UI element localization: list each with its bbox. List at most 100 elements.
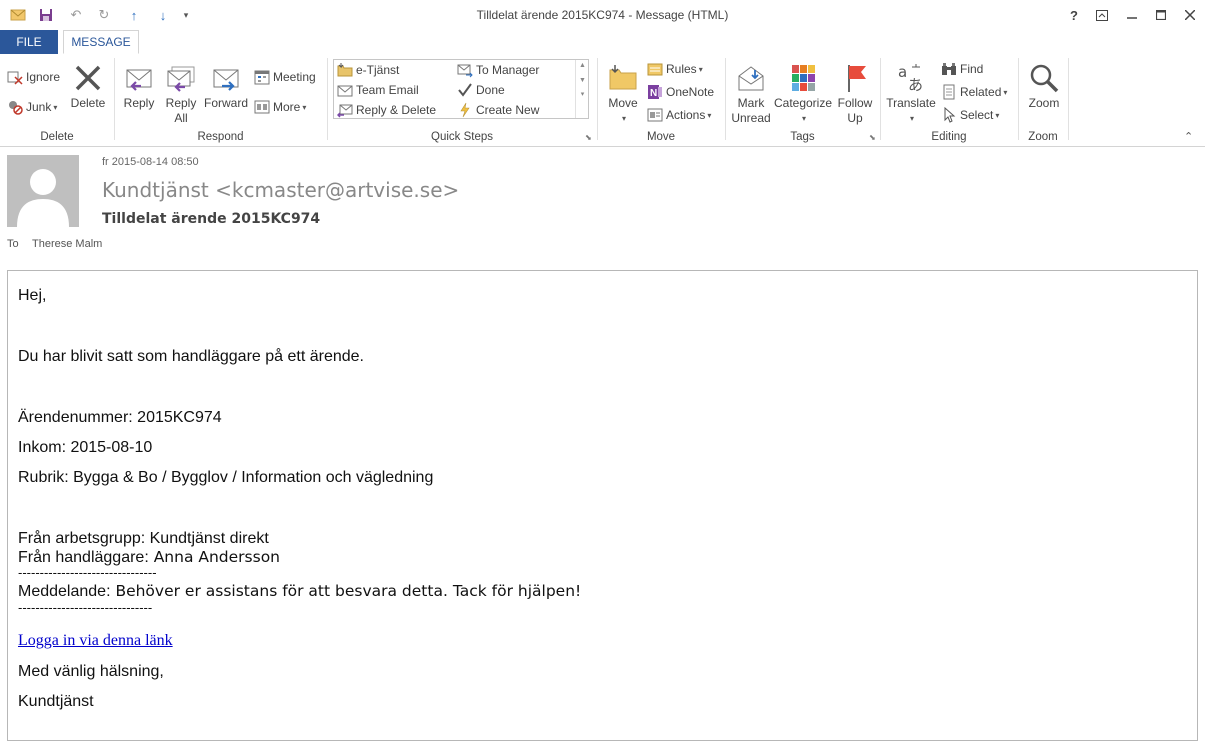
onenote-button[interactable]: N OneNote [647, 83, 714, 101]
group-divider [1068, 58, 1069, 140]
avatar [7, 155, 79, 227]
maximize-icon[interactable] [1148, 4, 1174, 26]
forward-icon [213, 69, 239, 91]
checkmark-icon [458, 83, 472, 97]
message-date: fr 2015-08-14 08:50 [102, 156, 199, 168]
quick-steps-scroll[interactable]: ▲ ▼ ▾ [575, 60, 589, 118]
ignore-button[interactable]: Ignore [7, 68, 60, 86]
quickstep-label: e-Tjänst [356, 63, 400, 77]
move-dropdown-icon: ▾ [621, 114, 626, 123]
body-greeting: Hej, [18, 287, 47, 304]
reply-label: Reply [123, 96, 155, 110]
group-divider [597, 58, 598, 140]
actions-button[interactable]: Actions ▾ [647, 106, 711, 124]
translate-button[interactable]: aあ Translate ▾ [884, 62, 938, 126]
next-item-icon[interactable]: ↓ [155, 7, 171, 23]
meeting-icon [254, 70, 270, 85]
flag-icon [848, 65, 866, 92]
body-signature: Kundtjänst [18, 693, 94, 710]
previous-item-icon[interactable]: ↑ [126, 7, 142, 23]
to-label: To [7, 238, 19, 250]
scroll-down-icon[interactable]: ▼ [576, 77, 589, 84]
more-dropdown-icon: ▾ [302, 102, 307, 112]
reply-delete-icon [337, 104, 353, 118]
group-label-respond: Respond [197, 131, 244, 143]
translate-label: Translate [886, 96, 936, 110]
recipient[interactable]: Therese Malm [32, 238, 102, 250]
ribbon-display-options-icon[interactable] [1089, 4, 1115, 26]
customize-qat-icon[interactable]: ▾ [178, 7, 194, 23]
actions-icon [647, 108, 663, 122]
quickstep-label: Done [476, 83, 505, 97]
sender[interactable]: Kundtjänst <kcmaster@artvise.se> [102, 178, 459, 202]
group-divider [880, 58, 881, 140]
close-icon[interactable] [1177, 4, 1203, 26]
zoom-button[interactable]: Zoom [1022, 62, 1066, 111]
meeting-button[interactable]: Meeting [254, 68, 316, 86]
quickstep-team-email[interactable]: Team Email [337, 81, 419, 99]
onenote-icon: N [648, 85, 662, 99]
group-label-zoom: Zoom [1028, 131, 1058, 143]
quickstep-to-manager[interactable]: To Manager [457, 61, 539, 79]
minimize-icon[interactable] [1119, 4, 1145, 26]
quickstep-reply-delete[interactable]: Reply & Delete [337, 101, 436, 119]
select-button[interactable]: Select ▾ [941, 106, 999, 124]
find-button[interactable]: Find [941, 60, 983, 78]
save-icon[interactable] [38, 7, 54, 23]
person-icon [7, 155, 79, 227]
delete-button[interactable]: Delete [68, 62, 108, 111]
quickstep-label: Team Email [356, 83, 419, 97]
tab-file[interactable]: FILE [0, 30, 58, 54]
rules-icon [647, 63, 663, 76]
follow-up-button[interactable]: Follow Up [834, 62, 876, 126]
forward-button[interactable]: Forward [203, 62, 249, 111]
body-inkom: Inkom: 2015-08-10 [18, 439, 153, 456]
reply-all-button[interactable]: Reply All [160, 62, 202, 126]
group-label-quick-steps: Quick Steps [431, 131, 493, 143]
quickstep-etjanst[interactable]: e-Tjänst [337, 61, 399, 79]
follow-up-label-2: Up [847, 111, 863, 125]
junk-label: Junk [26, 100, 52, 114]
delete-label: Delete [70, 96, 106, 110]
junk-dropdown-icon: ▾ [53, 102, 58, 112]
undo-icon[interactable]: ↶ [68, 7, 84, 23]
more-respond-icon [254, 100, 270, 114]
quick-steps-dialog-launcher-icon[interactable]: ⬊ [585, 133, 592, 142]
folder-icon [609, 65, 637, 90]
tab-message[interactable]: MESSAGE [63, 30, 139, 54]
mark-unread-button[interactable]: Mark Unread [730, 62, 772, 126]
rules-button[interactable]: Rules ▾ [647, 60, 703, 78]
rules-label: Rules [666, 62, 697, 76]
redo-icon[interactable]: ↻ [96, 7, 112, 23]
quickstep-done[interactable]: Done [457, 81, 505, 99]
quickstep-create-new[interactable]: Create New [457, 101, 539, 119]
group-divider [327, 58, 328, 140]
help-icon[interactable]: ? [1061, 4, 1087, 26]
junk-button[interactable]: Junk ▾ [7, 98, 57, 116]
group-label-move: Move [646, 131, 676, 143]
select-dropdown-icon: ▾ [995, 110, 1000, 120]
handler-label: Från handläggare: [18, 549, 149, 566]
delete-x-icon [75, 65, 101, 91]
tags-dialog-launcher-icon[interactable]: ⬊ [869, 133, 876, 142]
outlook-app-icon[interactable] [10, 7, 26, 23]
message-body [7, 270, 1198, 741]
meeting-label: Meeting [273, 70, 316, 84]
binoculars-icon [942, 63, 956, 75]
scroll-up-icon[interactable]: ▲ [576, 62, 589, 69]
translate-dropdown-icon: ▾ [909, 114, 914, 123]
ribbon-tab-row [0, 30, 1205, 55]
more-respond-button[interactable]: More ▾ [254, 98, 306, 116]
gallery-expand-icon[interactable]: ▾ [576, 90, 589, 98]
reply-button[interactable]: Reply [119, 62, 159, 111]
mark-unread-label-2: Unread [731, 111, 771, 125]
login-link[interactable]: Logga in via denna länk [18, 632, 173, 649]
reply-all-icon [167, 66, 195, 92]
move-label: Move [608, 96, 638, 110]
group-label-editing: Editing [931, 131, 967, 143]
categorize-label: Categorize [773, 96, 833, 110]
move-button[interactable]: Move ▾ [603, 62, 643, 126]
related-button[interactable]: Related ▾ [941, 83, 1007, 101]
categorize-button[interactable]: Categorize ▾ [774, 62, 832, 126]
svg-text:a: a [898, 63, 907, 81]
